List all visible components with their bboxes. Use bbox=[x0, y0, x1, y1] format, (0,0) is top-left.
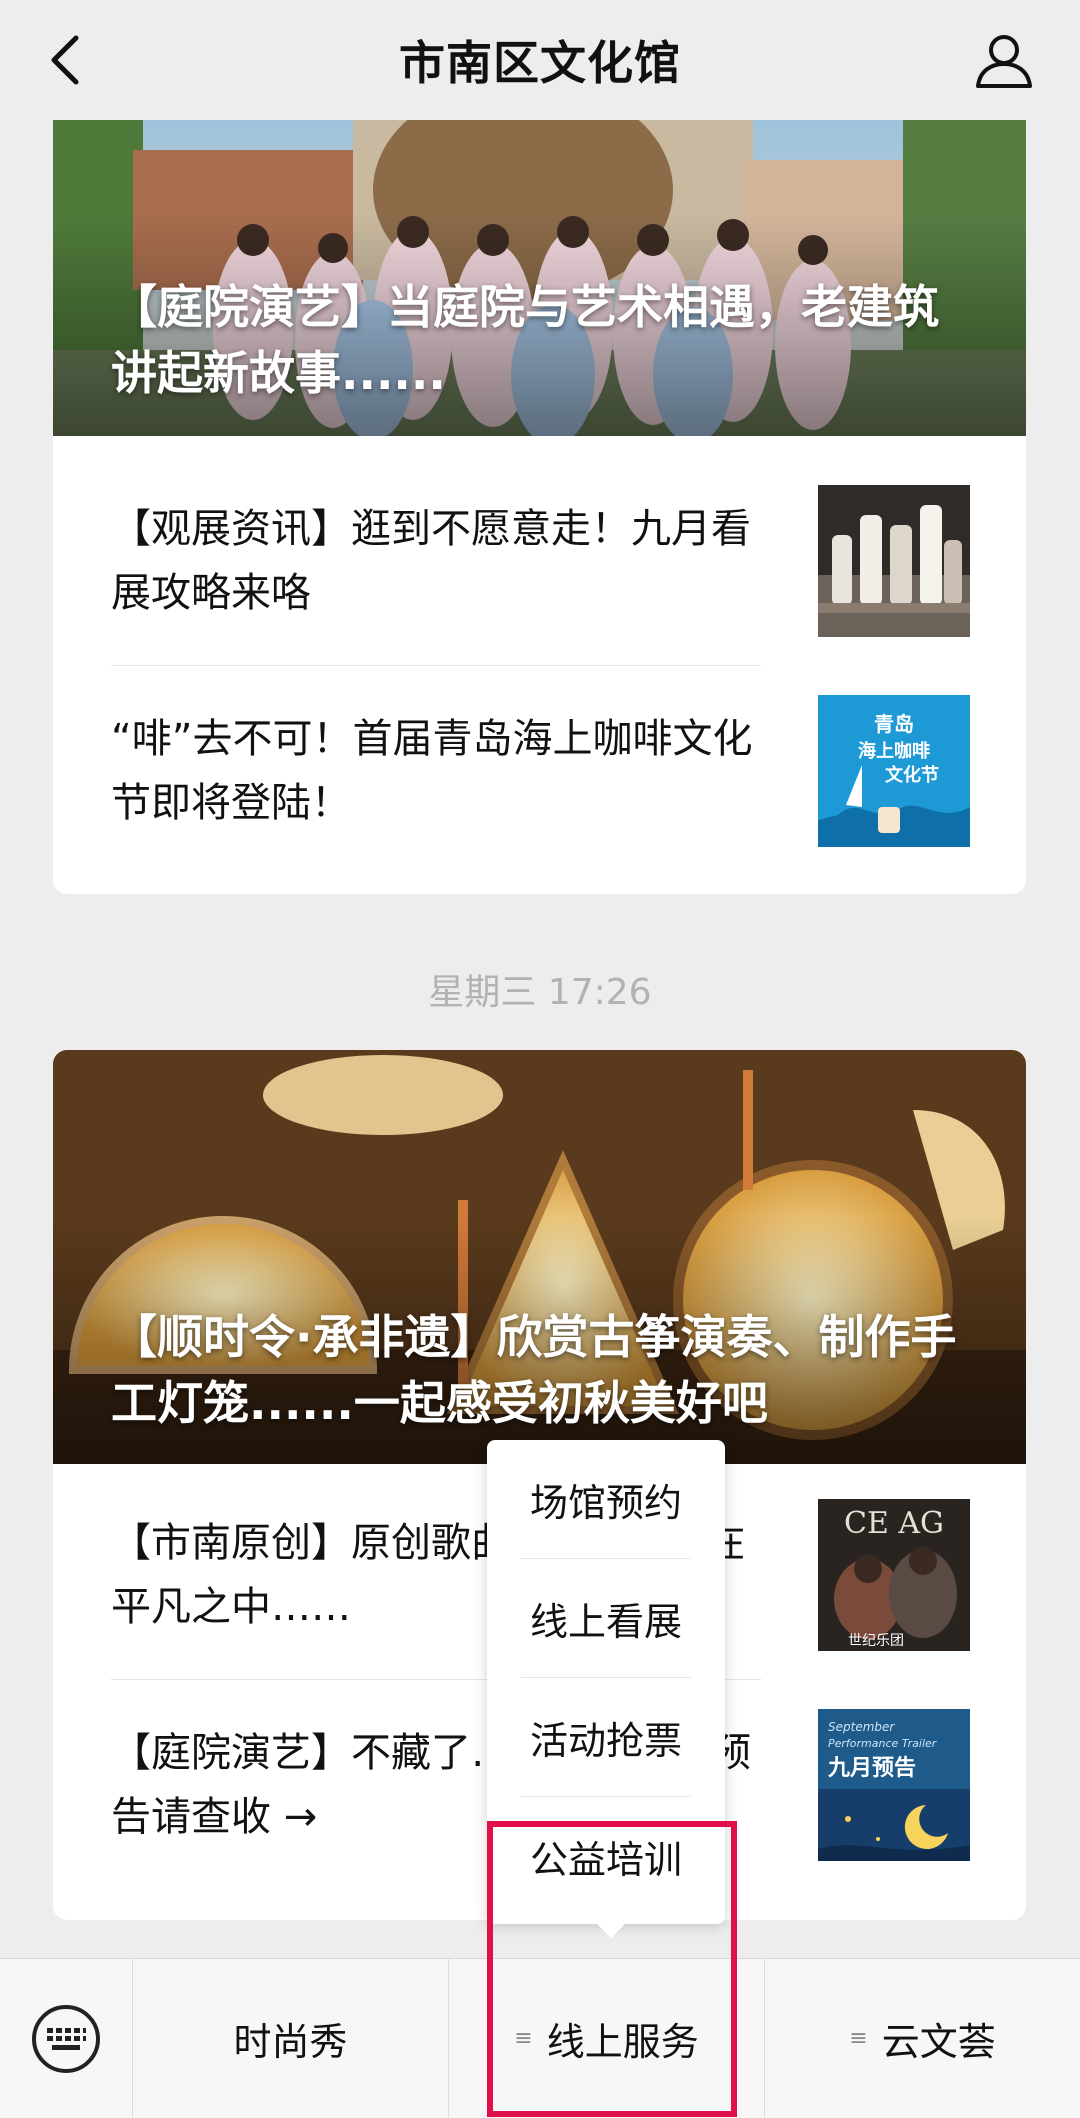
list-item[interactable]: “啡”去不可！首届青岛海上咖啡文化节即将登陆！ 青岛 海上咖啡 文化节 bbox=[53, 666, 1026, 875]
back-icon[interactable] bbox=[38, 30, 98, 90]
submenu-icon: ≡ bbox=[849, 2026, 868, 2051]
keyboard-icon[interactable] bbox=[0, 1959, 132, 2118]
thumb-text: 世纪乐团 bbox=[848, 1633, 904, 1649]
hero-article[interactable]: 【顺时令·承非遗】欣赏古筝演奏、制作手工灯笼......一起感受初秋美好吧 bbox=[53, 1050, 1026, 1464]
submenu-item[interactable]: 公益培训 bbox=[521, 1797, 691, 1916]
submenu-icon: ≡ bbox=[514, 2026, 533, 2051]
thumb-text: 文化节 bbox=[885, 764, 939, 786]
timestamp: 星期三 17:26 bbox=[428, 972, 652, 1013]
menu-tab-label: 云文荟 bbox=[881, 2020, 996, 2064]
article-title: 【观展资讯】逛到不愿意走！九月看展攻略来咯 bbox=[111, 505, 751, 616]
menu-tab-label: 时尚秀 bbox=[233, 2020, 348, 2064]
thumb-text: 九月预告 bbox=[827, 1756, 916, 1781]
list-item[interactable]: 【观展资讯】逛到不愿意走！九月看展攻略来咯 bbox=[53, 456, 1026, 665]
menu-tab-online-service[interactable]: ≡ 线上服务 bbox=[448, 1958, 764, 2118]
submenu-item[interactable]: 活动抢票 bbox=[521, 1678, 691, 1797]
bottom-menu-bar: 时尚秀 ≡ 线上服务 ≡ 云文荟 bbox=[0, 1958, 1080, 2118]
hero-article[interactable]: 【庭院演艺】当庭院与艺术相遇，老建筑讲起新故事...... bbox=[53, 120, 1026, 436]
article-thumbnail bbox=[818, 484, 970, 637]
thumb-text: CE AG bbox=[844, 1506, 944, 1541]
top-nav-bar: 市南区文化馆 bbox=[0, 0, 1080, 120]
thumb-text: September bbox=[828, 1720, 895, 1734]
submenu-item[interactable]: 线上看展 bbox=[521, 1559, 691, 1678]
thumb-text: Performance Trailer bbox=[828, 1737, 938, 1750]
submenu-popup: 场馆预约 线上看展 活动抢票 公益培训 bbox=[487, 1440, 725, 1938]
article-title: “啡”去不可！首届青岛海上咖啡文化节即将登陆！ bbox=[111, 715, 753, 826]
submenu-item[interactable]: 场馆预约 bbox=[521, 1440, 691, 1559]
thumb-text: 海上咖啡 bbox=[858, 740, 930, 762]
hero-title: 【庭院演艺】当庭院与艺术相遇，老建筑讲起新故事...... bbox=[111, 280, 939, 400]
menu-tab-label: 线上服务 bbox=[546, 2020, 699, 2064]
article-thumbnail: 青岛 海上咖啡 文化节 bbox=[818, 694, 970, 847]
menu-tab-fashion-show[interactable]: 时尚秀 bbox=[132, 1958, 448, 2118]
thumb-text: 青岛 bbox=[874, 712, 914, 736]
article-thumbnail: CE AG 世纪乐团 bbox=[818, 1498, 970, 1651]
page-title: 市南区文化馆 bbox=[399, 36, 681, 90]
article-card: 【庭院演艺】当庭院与艺术相遇，老建筑讲起新故事...... 【观展资讯】逛到不愿… bbox=[53, 120, 1026, 894]
hero-title: 【顺时令·承非遗】欣赏古筝演奏、制作手工灯笼......一起感受初秋美好吧 bbox=[111, 1310, 957, 1430]
profile-icon[interactable] bbox=[972, 28, 1036, 92]
article-thumbnail: September Performance Trailer 九月预告 bbox=[818, 1708, 970, 1861]
menu-tab-cloud-culture[interactable]: ≡ 云文荟 bbox=[764, 1958, 1080, 2118]
